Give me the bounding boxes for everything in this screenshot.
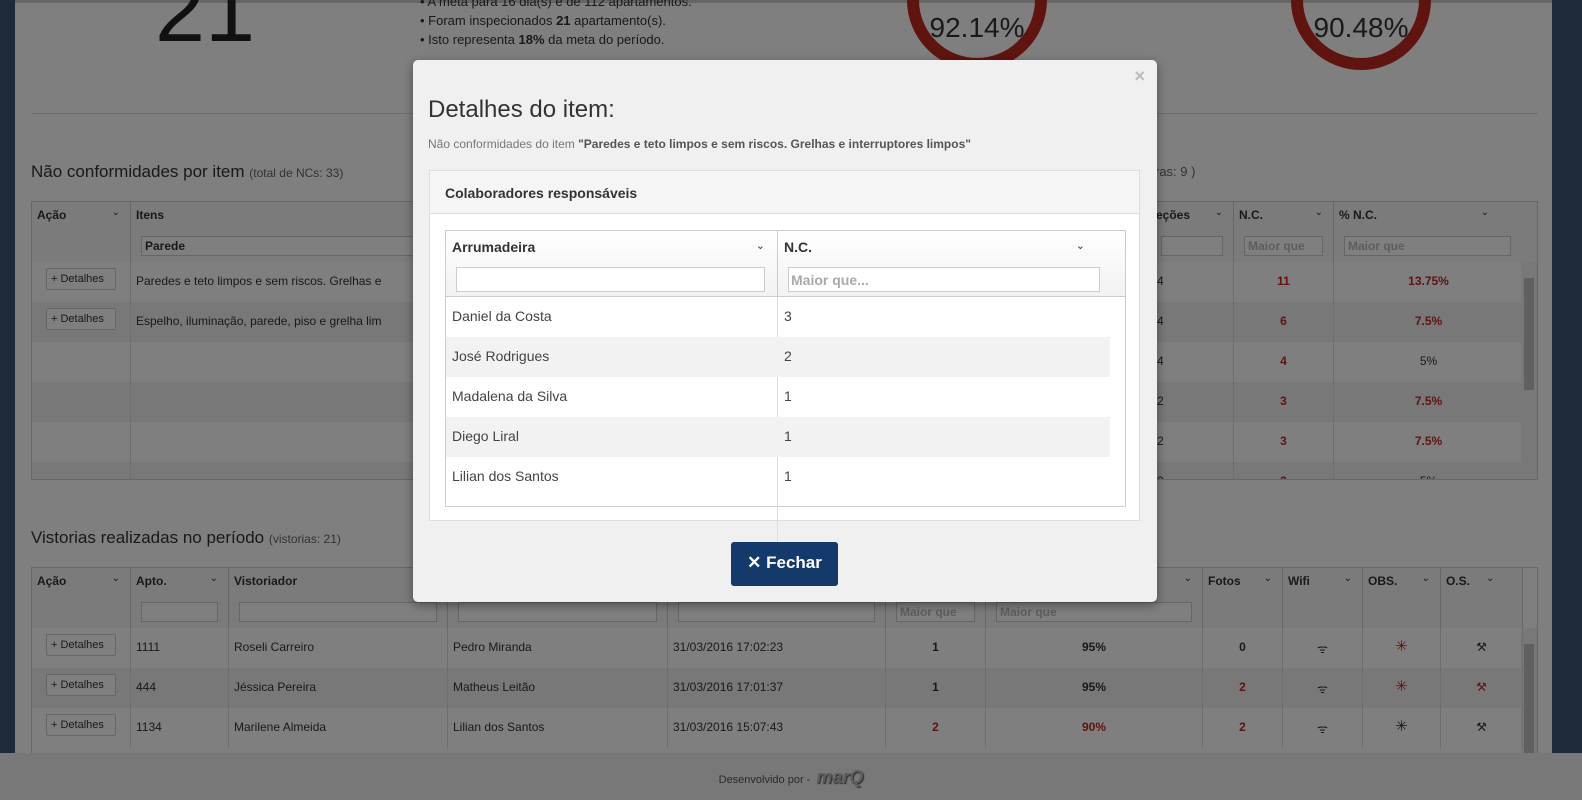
name-cell: Daniel da Costa [452,308,552,324]
table-row: Madalena da Silva 1 [446,377,1110,417]
responsible-table: Arrumadeira ⌄ N.C. ⌄ Maior que... Daniel da… [445,230,1126,563]
table-row: Daniel da Costa 3 [446,297,1110,337]
nc-cell: 1 [784,428,792,444]
table-body: Daniel da Costa 3 José Rodrigues 2 Madalena … [446,297,1125,563]
col-arrumadeira[interactable]: Arrumadeira ⌄ [446,231,778,297]
item-name: "Paredes e teto limpos e sem riscos. Gre… [578,137,971,151]
nc-filter-input[interactable]: Maior que... [788,267,1100,292]
nc-cell: 1 [784,388,792,404]
panel-title: Colaboradores responsáveis [430,171,1139,214]
name-cell: Lilian dos Santos [452,468,559,484]
chevron-down-icon[interactable]: ⌄ [756,239,765,252]
arrumadeira-filter-input[interactable] [456,267,765,292]
close-icon[interactable]: × [1134,66,1145,87]
name-cell: Madalena da Silva [452,388,568,404]
table-row: Diego Liral 1 [446,417,1110,457]
name-cell: José Rodrigues [452,348,550,364]
table-row: Lilian dos Santos 1 [446,457,1110,497]
modal-title: Detalhes do item: [428,96,615,123]
text: Não conformidades do item [428,137,579,151]
nc-cell: 2 [784,348,792,364]
nc-cell: 1 [784,468,792,484]
nc-cell: 3 [784,308,792,324]
item-details-modal: × Detalhes do item: Não conformidades do… [413,60,1157,602]
modal-subtitle: Não conformidades do item "Paredes e tet… [428,137,971,151]
table-row: José Rodrigues 2 [446,337,1110,377]
col-nc[interactable]: N.C. ⌄ Maior que... [778,231,1125,297]
close-button[interactable]: ✕ Fechar [731,542,838,586]
name-cell: Diego Liral [452,428,519,444]
header-label: N.C. [784,239,812,255]
header-label: Arrumadeira [452,239,536,255]
responsible-panel: Colaboradores responsáveis Arrumadeira ⌄ … [429,170,1140,563]
chevron-down-icon[interactable]: ⌄ [1076,239,1085,252]
